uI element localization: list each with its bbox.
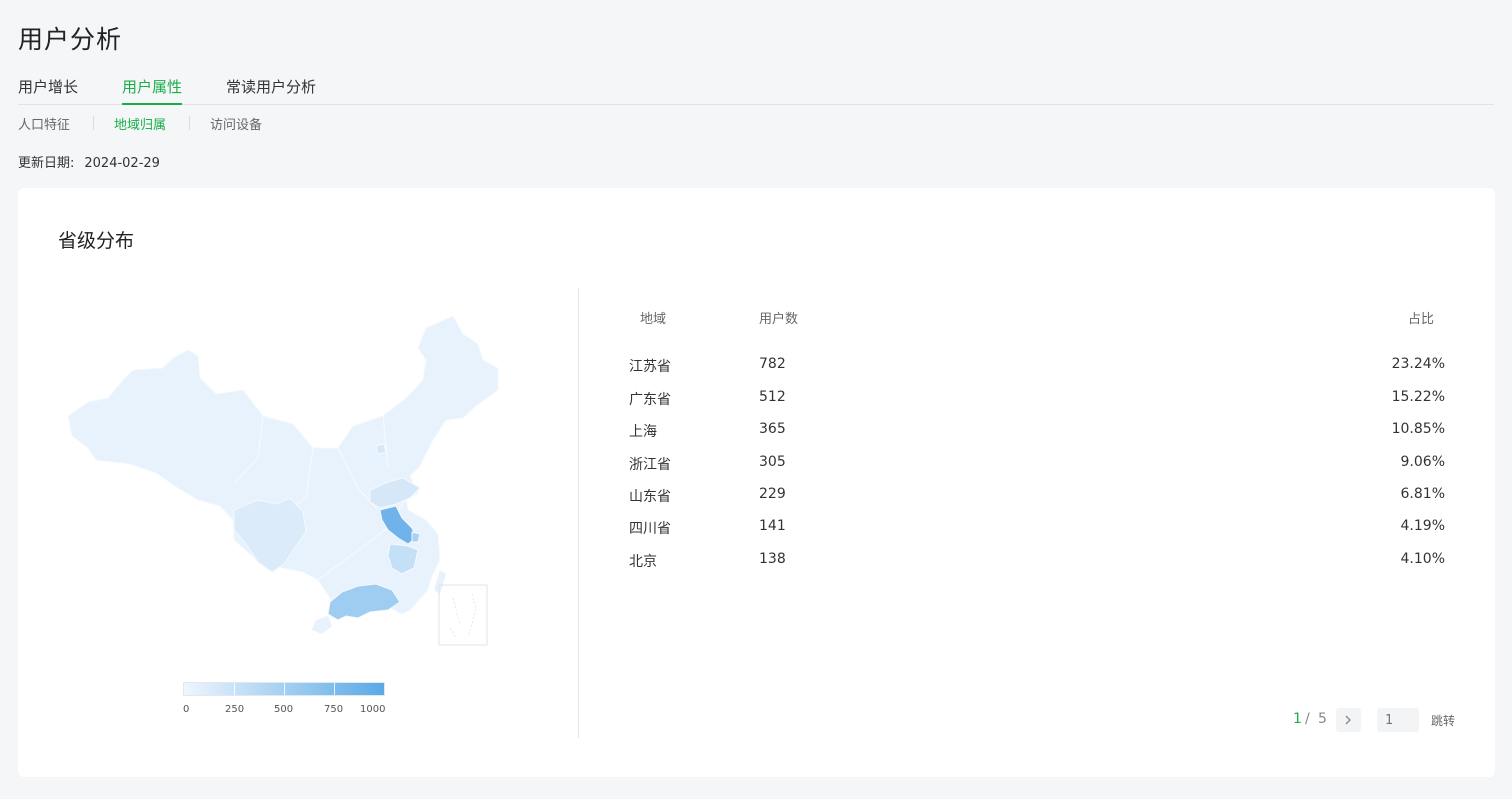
update-date-row: 更新日期: 2024-02-29 xyxy=(18,152,160,171)
cell-region: 江苏省 xyxy=(629,359,671,375)
cell-ratio: 6.81% xyxy=(1400,486,1445,502)
cell-region: 上海 xyxy=(629,424,657,440)
legend-label: 0 xyxy=(183,704,190,715)
cell-users: 138 xyxy=(759,551,786,567)
card-title: 省级分布 xyxy=(58,230,135,252)
cell-users: 229 xyxy=(759,486,786,502)
cell-users: 782 xyxy=(759,356,786,372)
legend-label: 250 xyxy=(225,704,245,715)
page: 用户分析 用户增长 用户属性 常读用户分析 人口特征 地域归属 访问设备 更新日… xyxy=(0,0,1512,799)
column-header-region: 地域 xyxy=(640,312,667,327)
map-region-base[interactable] xyxy=(67,315,499,615)
legend-gradient-bar[interactable] xyxy=(183,682,385,696)
pagination-separator: / xyxy=(1305,711,1310,727)
cell-ratio: 4.10% xyxy=(1400,551,1445,567)
jump-button[interactable]: 跳转 xyxy=(1431,712,1455,729)
pagination-total: 5 xyxy=(1318,711,1327,727)
cell-region: 北京 xyxy=(629,554,657,570)
cell-ratio: 4.19% xyxy=(1400,518,1445,534)
vertical-divider xyxy=(578,288,579,738)
subtab-region[interactable]: 地域归属 xyxy=(114,114,166,133)
cell-region: 山东省 xyxy=(629,489,671,505)
legend-tick-mark xyxy=(284,683,285,695)
cell-region: 浙江省 xyxy=(629,457,671,473)
legend-labels: 0 250 500 750 1000 xyxy=(183,704,385,718)
tab-frequent-reader-analysis[interactable]: 常读用户分析 xyxy=(226,76,316,104)
map-legend: 0 250 500 750 1000 xyxy=(183,682,385,718)
cell-users: 365 xyxy=(759,421,786,437)
main-tabs: 用户增长 用户属性 常读用户分析 xyxy=(18,76,1494,105)
map-region-beijing[interactable] xyxy=(375,443,387,455)
next-page-button[interactable] xyxy=(1336,708,1361,732)
update-date-value: 2024-02-29 xyxy=(84,156,160,171)
tab-user-attributes[interactable]: 用户属性 xyxy=(122,76,183,105)
legend-tick-mark xyxy=(234,683,235,695)
map-region-hainan[interactable] xyxy=(312,616,332,634)
cell-ratio: 15.22% xyxy=(1391,389,1445,405)
table-row: 浙江省 305 9.06% xyxy=(618,454,1448,474)
page-title: 用户分析 xyxy=(18,25,123,54)
legend-label: 500 xyxy=(274,704,294,715)
table-row: 广东省 512 15.22% xyxy=(618,389,1448,409)
page-number-input[interactable] xyxy=(1377,708,1419,732)
cell-region: 广东省 xyxy=(629,392,671,408)
subtab-divider xyxy=(93,116,94,130)
column-header-users: 用户数 xyxy=(759,312,799,327)
column-header-ratio: 占比 xyxy=(1408,312,1435,327)
table-row: 北京 138 4.10% xyxy=(618,551,1448,571)
south-sea-inset xyxy=(438,584,488,646)
subtab-divider xyxy=(189,116,190,130)
map-region-shanghai[interactable] xyxy=(411,531,421,543)
legend-label: 1000 xyxy=(360,704,386,715)
tab-user-growth[interactable]: 用户增长 xyxy=(18,76,78,104)
cell-ratio: 9.06% xyxy=(1400,454,1445,470)
cell-region: 四川省 xyxy=(629,521,671,537)
chevron-right-icon xyxy=(1345,715,1351,725)
table-row: 上海 365 10.85% xyxy=(618,421,1448,441)
cell-ratio: 23.24% xyxy=(1391,356,1445,372)
subtab-devices[interactable]: 访问设备 xyxy=(210,114,262,133)
subtab-demographics[interactable]: 人口特征 xyxy=(18,114,70,133)
map-region-taiwan[interactable] xyxy=(434,570,446,594)
cell-users: 141 xyxy=(759,518,786,534)
legend-tick-mark xyxy=(334,683,335,695)
table-row: 山东省 229 6.81% xyxy=(618,486,1448,506)
cell-ratio: 10.85% xyxy=(1391,421,1445,437)
legend-label: 750 xyxy=(324,704,344,715)
south-sea-islands xyxy=(449,593,477,639)
update-date-label: 更新日期: xyxy=(18,156,75,171)
china-map-svg xyxy=(67,315,499,646)
table-row: 四川省 141 4.19% xyxy=(618,518,1448,538)
china-map xyxy=(58,298,558,728)
table-row: 江苏省 782 23.24% xyxy=(618,356,1448,376)
cell-users: 512 xyxy=(759,389,786,405)
cell-users: 305 xyxy=(759,454,786,470)
pagination-current: 1 xyxy=(1293,711,1302,727)
province-distribution-card: 省级分布 0 250 500 750 1000 地域 用户数 占比 江苏省 78… xyxy=(18,188,1495,777)
